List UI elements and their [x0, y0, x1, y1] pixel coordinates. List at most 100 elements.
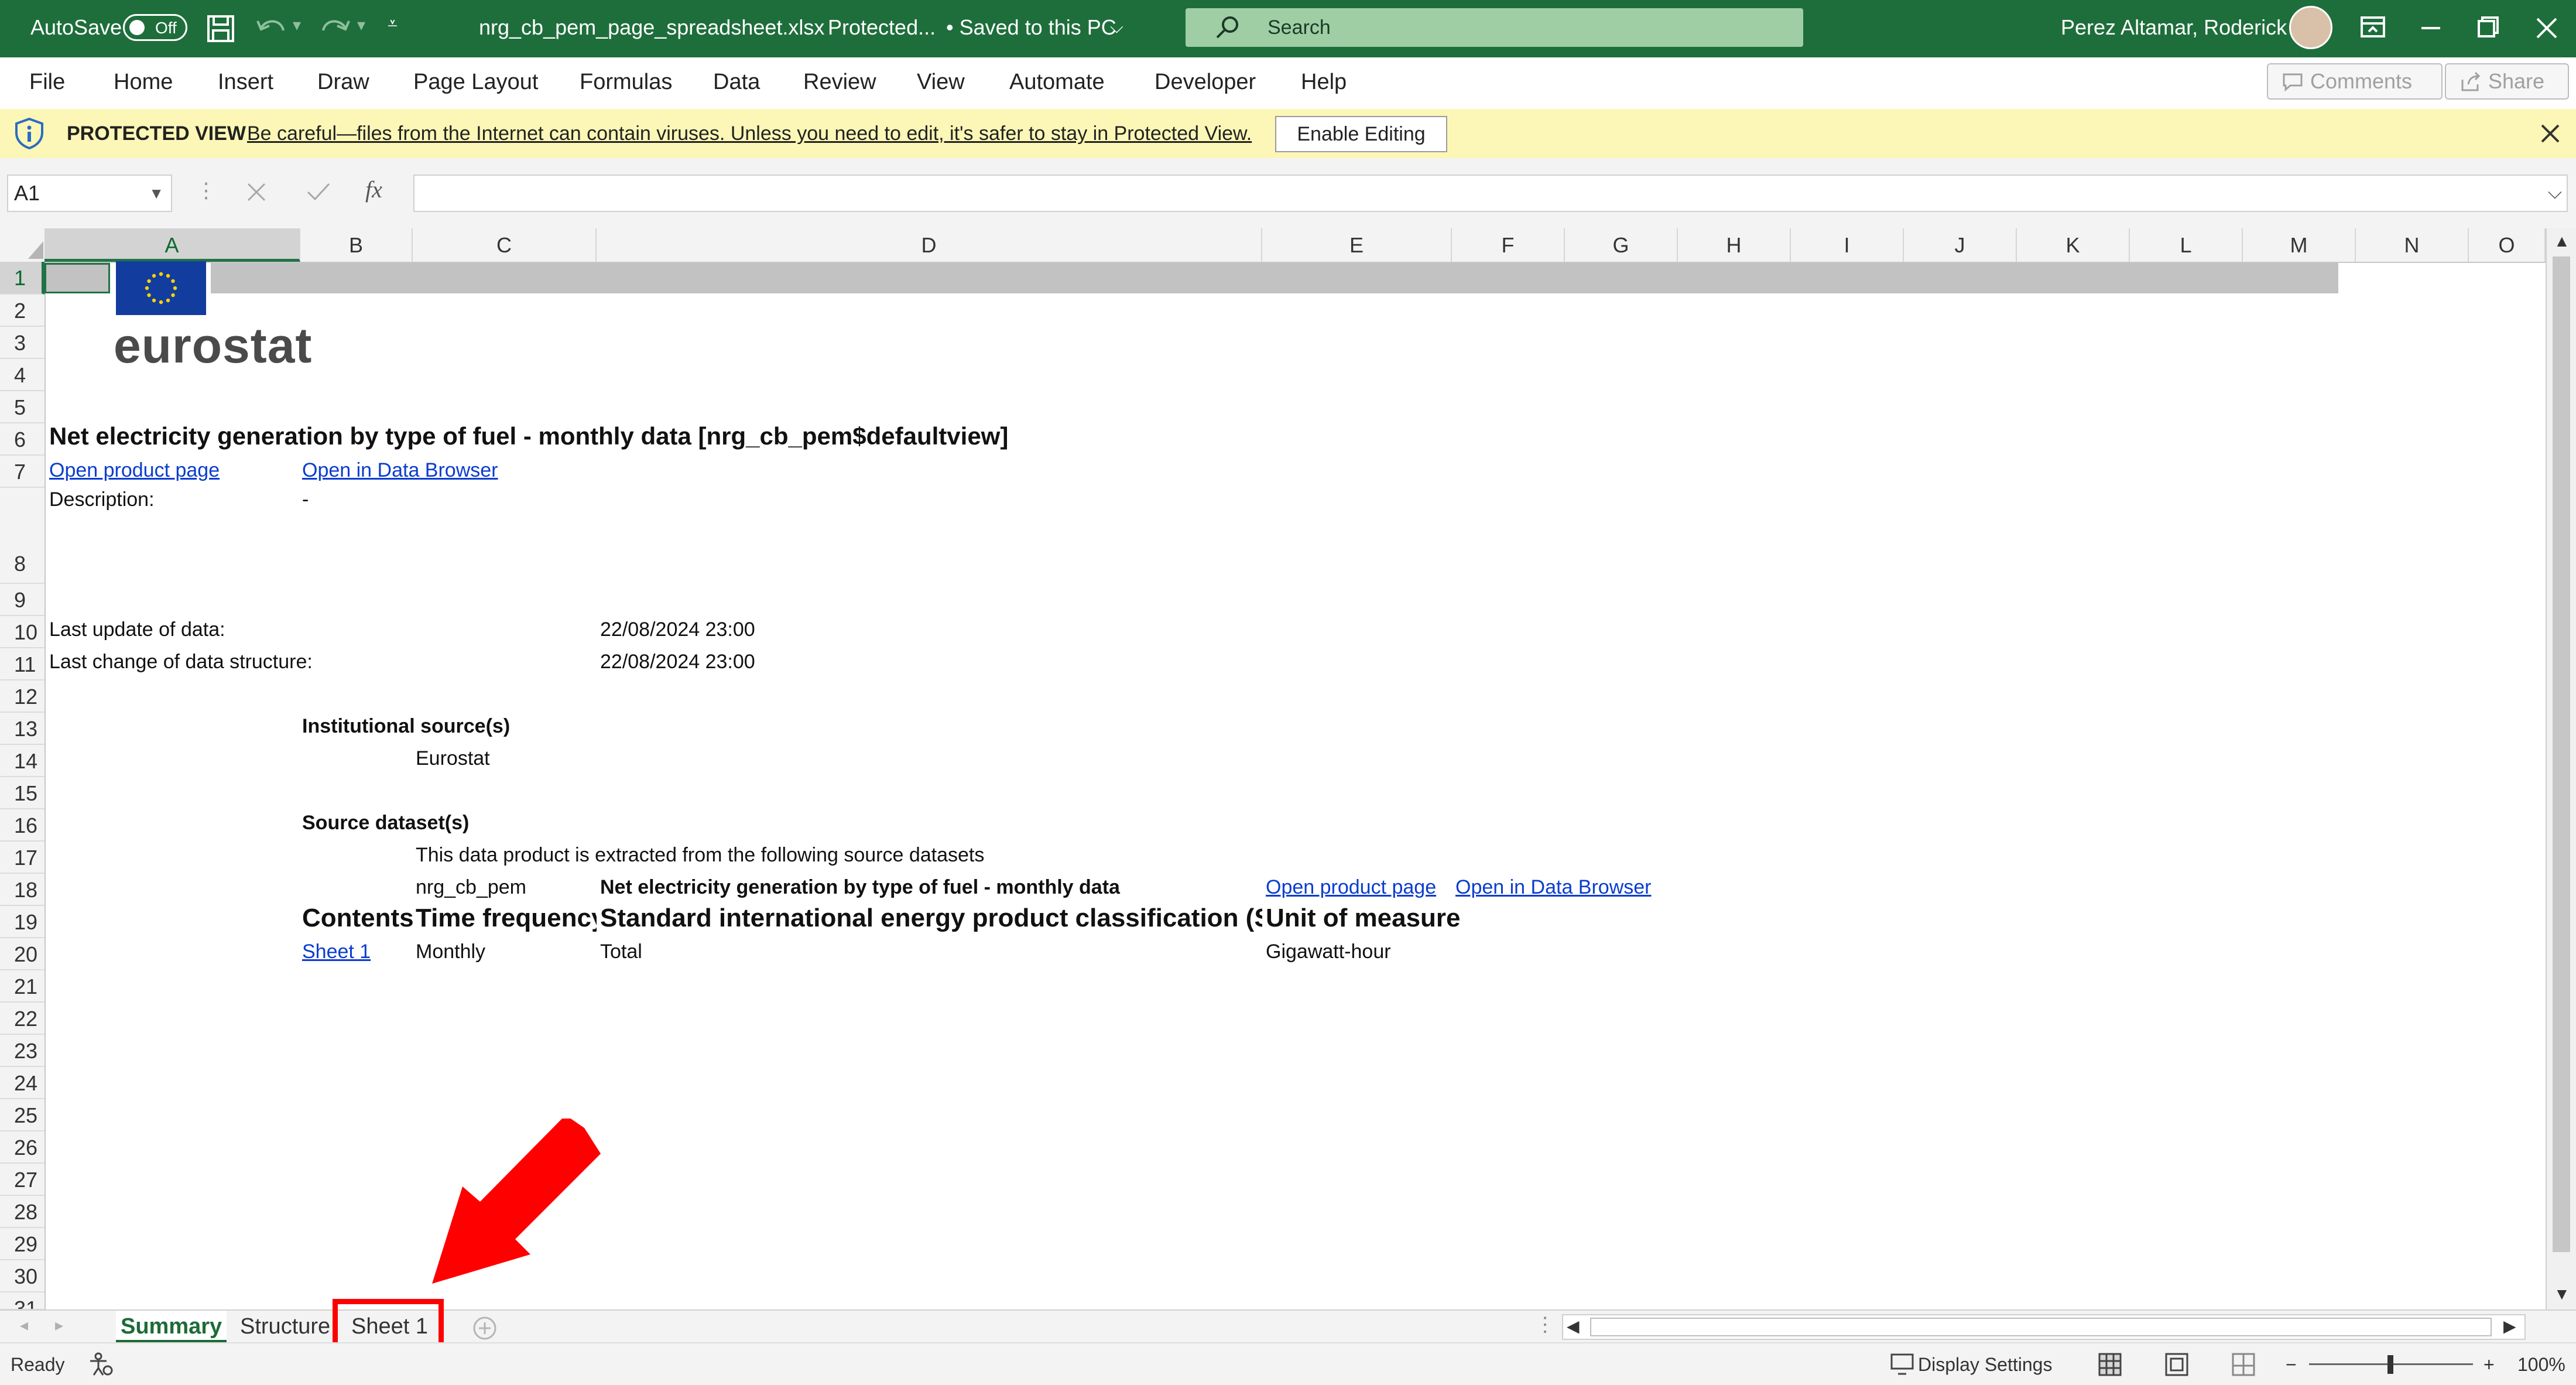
avatar[interactable]: [2289, 6, 2332, 49]
row-header-13[interactable]: 13: [0, 713, 44, 745]
row-header-25[interactable]: 25: [0, 1099, 44, 1131]
row-header-3[interactable]: 3: [0, 327, 44, 359]
row-header-1[interactable]: 1: [0, 262, 44, 295]
save-icon[interactable]: [206, 14, 235, 43]
row-header-12[interactable]: 12: [0, 680, 44, 713]
column-header-h[interactable]: H: [1678, 228, 1791, 262]
add-sheet-icon[interactable]: [472, 1315, 498, 1341]
autosave-toggle[interactable]: Off: [123, 14, 187, 41]
column-header-o[interactable]: O: [2469, 228, 2546, 262]
row-header-16[interactable]: 16: [0, 809, 44, 842]
cancel-icon[interactable]: [245, 180, 268, 204]
search-box[interactable]: Search: [1186, 8, 1803, 47]
row-header-14[interactable]: 14: [0, 745, 44, 777]
tab-file[interactable]: File: [29, 67, 65, 97]
row-header-9[interactable]: 9: [0, 584, 44, 616]
tab-insert[interactable]: Insert: [218, 67, 273, 97]
name-box-dropdown-icon[interactable]: ▼: [149, 176, 164, 211]
save-status[interactable]: • Saved to this PC: [946, 13, 1116, 42]
scroll-left-icon[interactable]: ◀: [1567, 1316, 1580, 1336]
column-header-f[interactable]: F: [1452, 228, 1565, 262]
row-header-27[interactable]: 27: [0, 1164, 44, 1196]
save-status-chevron-icon[interactable]: ⌵: [1110, 13, 1123, 42]
scroll-right-icon[interactable]: ▶: [2503, 1316, 2516, 1336]
undo-icon[interactable]: [255, 15, 287, 41]
horizontal-scrollbar[interactable]: ◀ ▶: [1562, 1314, 2526, 1340]
row-header-17[interactable]: 17: [0, 842, 44, 874]
row-header-10[interactable]: 10: [0, 616, 44, 648]
vertical-scroll-thumb[interactable]: [2553, 257, 2570, 1252]
prev-sheet-icon[interactable]: ◂: [20, 1315, 28, 1335]
column-header-a[interactable]: A: [44, 228, 300, 262]
close-icon[interactable]: [2529, 12, 2564, 45]
row-header-7[interactable]: 7: [0, 456, 44, 488]
share-button[interactable]: Share: [2445, 63, 2569, 100]
tab-draw[interactable]: Draw: [317, 67, 369, 97]
row-header-24[interactable]: 24: [0, 1067, 44, 1099]
row-header-2[interactable]: 2: [0, 295, 44, 327]
row-header-15[interactable]: 15: [0, 777, 44, 809]
select-all-icon[interactable]: [28, 241, 43, 259]
row-header-5[interactable]: 5: [0, 391, 44, 423]
page-layout-view-icon[interactable]: [2164, 1352, 2190, 1377]
undo-dropdown-icon[interactable]: ▾: [293, 11, 301, 40]
customize-toolbar-icon[interactable]: ⩡: [388, 9, 398, 39]
normal-view-icon[interactable]: [2097, 1352, 2123, 1377]
zoom-slider-thumb[interactable]: [2387, 1355, 2393, 1374]
zoom-level[interactable]: 100%: [2517, 1352, 2565, 1377]
vertical-scrollbar[interactable]: ▲ ▼: [2546, 228, 2576, 1309]
column-header-c[interactable]: C: [413, 228, 597, 262]
dataset-open-data-browser-link[interactable]: Open in Data Browser: [1455, 876, 1652, 899]
column-header-g[interactable]: G: [1565, 228, 1678, 262]
tab-view[interactable]: View: [917, 67, 965, 97]
comments-button[interactable]: Comments: [2267, 63, 2443, 100]
enable-editing-button[interactable]: Enable Editing: [1275, 116, 1447, 152]
column-header-j[interactable]: J: [1904, 228, 2017, 262]
table-row-sheet-link[interactable]: Sheet 1: [302, 940, 371, 963]
row-header-26[interactable]: 26: [0, 1131, 44, 1164]
next-sheet-icon[interactable]: ▸: [55, 1315, 63, 1335]
minimize-icon[interactable]: [2413, 12, 2448, 45]
tab-formulas[interactable]: Formulas: [580, 67, 672, 97]
tab-page-layout[interactable]: Page Layout: [413, 67, 538, 97]
row-header-20[interactable]: 20: [0, 938, 44, 970]
formula-bar-grip-icon[interactable]: ⋮: [196, 178, 217, 203]
column-header-m[interactable]: M: [2243, 228, 2356, 262]
row-header-30[interactable]: 30: [0, 1260, 44, 1292]
user-name[interactable]: Perez Altamar, Roderick: [2061, 13, 2287, 42]
row-header-4[interactable]: 4: [0, 359, 44, 391]
column-header-i[interactable]: I: [1791, 228, 1904, 262]
tab-help[interactable]: Help: [1301, 67, 1347, 97]
scroll-up-icon[interactable]: ▲: [2554, 232, 2570, 251]
sheet-tab-structure[interactable]: Structure: [240, 1311, 330, 1343]
close-banner-icon[interactable]: [2539, 122, 2562, 145]
column-header-l[interactable]: L: [2130, 228, 2243, 262]
open-data-browser-link[interactable]: Open in Data Browser: [302, 459, 498, 482]
column-header-b[interactable]: B: [300, 228, 413, 262]
zoom-out-icon[interactable]: −: [2286, 1352, 2297, 1377]
row-header-22[interactable]: 22: [0, 1003, 44, 1035]
dataset-open-product-page-link[interactable]: Open product page: [1266, 876, 1436, 899]
tab-developer[interactable]: Developer: [1155, 67, 1256, 97]
name-box[interactable]: A1 ▼: [7, 175, 172, 212]
enter-icon[interactable]: [306, 180, 331, 204]
display-settings-label[interactable]: Display Settings: [1918, 1352, 2052, 1377]
row-header-31[interactable]: 31: [0, 1292, 44, 1310]
zoom-in-icon[interactable]: +: [2483, 1352, 2495, 1377]
sheet-tab-summary[interactable]: Summary: [116, 1311, 227, 1343]
scroll-down-icon[interactable]: ▼: [2554, 1285, 2570, 1304]
row-header-8[interactable]: 8: [0, 488, 44, 584]
row-header-6[interactable]: 6: [0, 423, 44, 456]
redo-icon[interactable]: [320, 15, 351, 41]
row-header-21[interactable]: 21: [0, 970, 44, 1003]
open-product-page-link[interactable]: Open product page: [49, 459, 220, 482]
tab-splitter-icon[interactable]: ⋮: [1535, 1313, 1555, 1336]
accessibility-icon[interactable]: [88, 1352, 114, 1377]
column-header-k[interactable]: K: [2017, 228, 2130, 262]
row-header-19[interactable]: 19: [0, 906, 44, 938]
tab-review[interactable]: Review: [803, 67, 876, 97]
redo-dropdown-icon[interactable]: ▾: [357, 11, 365, 40]
row-header-11[interactable]: 11: [0, 648, 44, 680]
tab-data[interactable]: Data: [713, 67, 760, 97]
row-header-18[interactable]: 18: [0, 874, 44, 906]
